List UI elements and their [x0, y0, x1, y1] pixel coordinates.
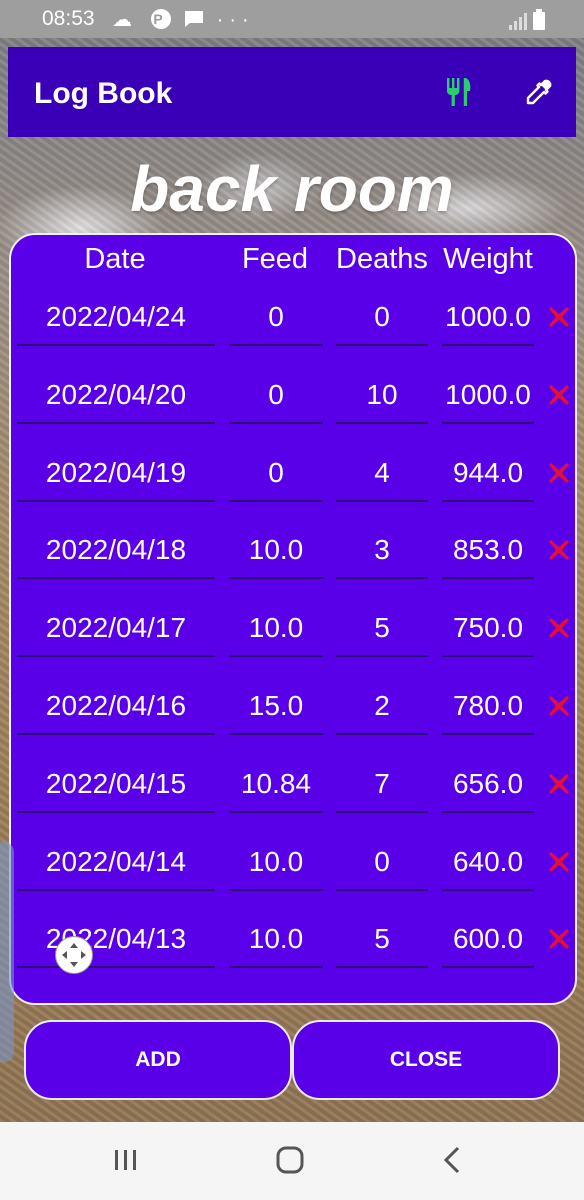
column-header-date: Date: [84, 243, 146, 275]
signal-icon: [508, 13, 527, 30]
cell-date[interactable]: 2022/04/20: [17, 368, 215, 424]
add-button[interactable]: ADD: [24, 1020, 292, 1100]
cell-date[interactable]: 2022/04/24: [17, 290, 215, 346]
cloud-icon: ☁: [112, 9, 138, 31]
svg-text:P: P: [153, 11, 168, 27]
move-handle-icon[interactable]: [55, 936, 93, 974]
delete-row-icon[interactable]: [547, 616, 571, 640]
cell-date[interactable]: 2022/04/16: [17, 679, 215, 735]
cell-date[interactable]: 2022/04/15: [17, 757, 215, 813]
cell-deaths[interactable]: 7: [336, 757, 428, 813]
column-header-weight: Weight: [443, 243, 533, 275]
cell-deaths[interactable]: 0: [336, 835, 428, 891]
cell-date[interactable]: 2022/04/17: [17, 601, 215, 658]
cell-feed[interactable]: 10.0: [229, 835, 323, 891]
home-icon[interactable]: [275, 1144, 305, 1176]
cell-weight[interactable]: 853.0: [442, 523, 534, 580]
cell-weight[interactable]: 600.0: [442, 912, 534, 969]
cell-weight[interactable]: 656.0: [442, 757, 534, 813]
delete-row-icon[interactable]: [547, 383, 571, 407]
delete-row-icon[interactable]: [547, 461, 571, 485]
cell-feed[interactable]: 10.84: [229, 757, 323, 813]
column-header-feed: Feed: [241, 243, 309, 275]
battery-icon: [533, 9, 545, 30]
delete-row-icon[interactable]: [547, 927, 571, 951]
cell-deaths[interactable]: 4: [336, 446, 428, 502]
more-icon: ···: [216, 9, 255, 31]
pinterest-icon: P: [150, 9, 171, 29]
page-heading: back room: [130, 153, 454, 225]
cell-weight[interactable]: 944.0: [442, 446, 534, 502]
cell-deaths[interactable]: 2: [336, 679, 428, 735]
cell-weight[interactable]: 1000.0: [442, 368, 534, 424]
cell-deaths[interactable]: 5: [336, 912, 428, 969]
cell-deaths[interactable]: 5: [336, 601, 428, 658]
cell-weight[interactable]: 750.0: [442, 601, 534, 658]
close-button[interactable]: CLOSE: [292, 1020, 560, 1100]
delete-row-icon[interactable]: [547, 772, 571, 796]
cell-feed[interactable]: 10.0: [229, 601, 323, 658]
cell-deaths[interactable]: 0: [336, 290, 428, 346]
delete-row-icon[interactable]: [547, 305, 571, 329]
cell-deaths[interactable]: 3: [336, 523, 428, 580]
cell-feed[interactable]: 10.0: [229, 523, 323, 580]
cell-date[interactable]: 2022/04/14: [17, 835, 215, 891]
delete-row-icon[interactable]: [547, 694, 571, 718]
status-bar: 08:53 ☁ P ···: [0, 0, 584, 38]
cell-feed[interactable]: 15.0: [229, 679, 323, 735]
back-icon[interactable]: [440, 1144, 466, 1176]
cell-weight[interactable]: 1000.0: [442, 290, 534, 346]
system-icons: [508, 9, 546, 36]
notification-icons: ☁ P ···: [112, 7, 255, 32]
cell-weight[interactable]: 640.0: [442, 835, 534, 891]
message-icon: [185, 11, 204, 27]
cell-deaths[interactable]: 10: [336, 368, 428, 424]
cell-weight[interactable]: 780.0: [442, 679, 534, 735]
app-bar: Log Book: [8, 47, 576, 137]
recent-apps-icon[interactable]: [112, 1144, 140, 1176]
cell-date[interactable]: 2022/04/19: [17, 446, 215, 502]
status-time: 08:53: [42, 7, 95, 30]
dropper-icon[interactable]: [524, 79, 552, 107]
navigation-bar: [0, 1122, 584, 1200]
cell-feed[interactable]: 0: [229, 446, 323, 502]
delete-row-icon[interactable]: [547, 538, 571, 562]
app-title: Log Book: [34, 77, 173, 110]
cell-date[interactable]: 2022/04/18: [17, 523, 215, 580]
delete-row-icon[interactable]: [547, 850, 571, 874]
cell-feed[interactable]: 0: [229, 290, 323, 346]
cell-feed[interactable]: 0: [229, 368, 323, 424]
cell-date[interactable]: 2022/04/13: [17, 912, 215, 969]
fork-knife-icon[interactable]: [444, 77, 474, 107]
side-panel-handle[interactable]: [0, 842, 14, 1062]
column-header-deaths: Deaths: [336, 243, 428, 275]
cell-feed[interactable]: 10.0: [229, 912, 323, 969]
log-dialog: Date Feed Deaths Weight 2022/04/24 0 0 1000…: [9, 233, 577, 1005]
